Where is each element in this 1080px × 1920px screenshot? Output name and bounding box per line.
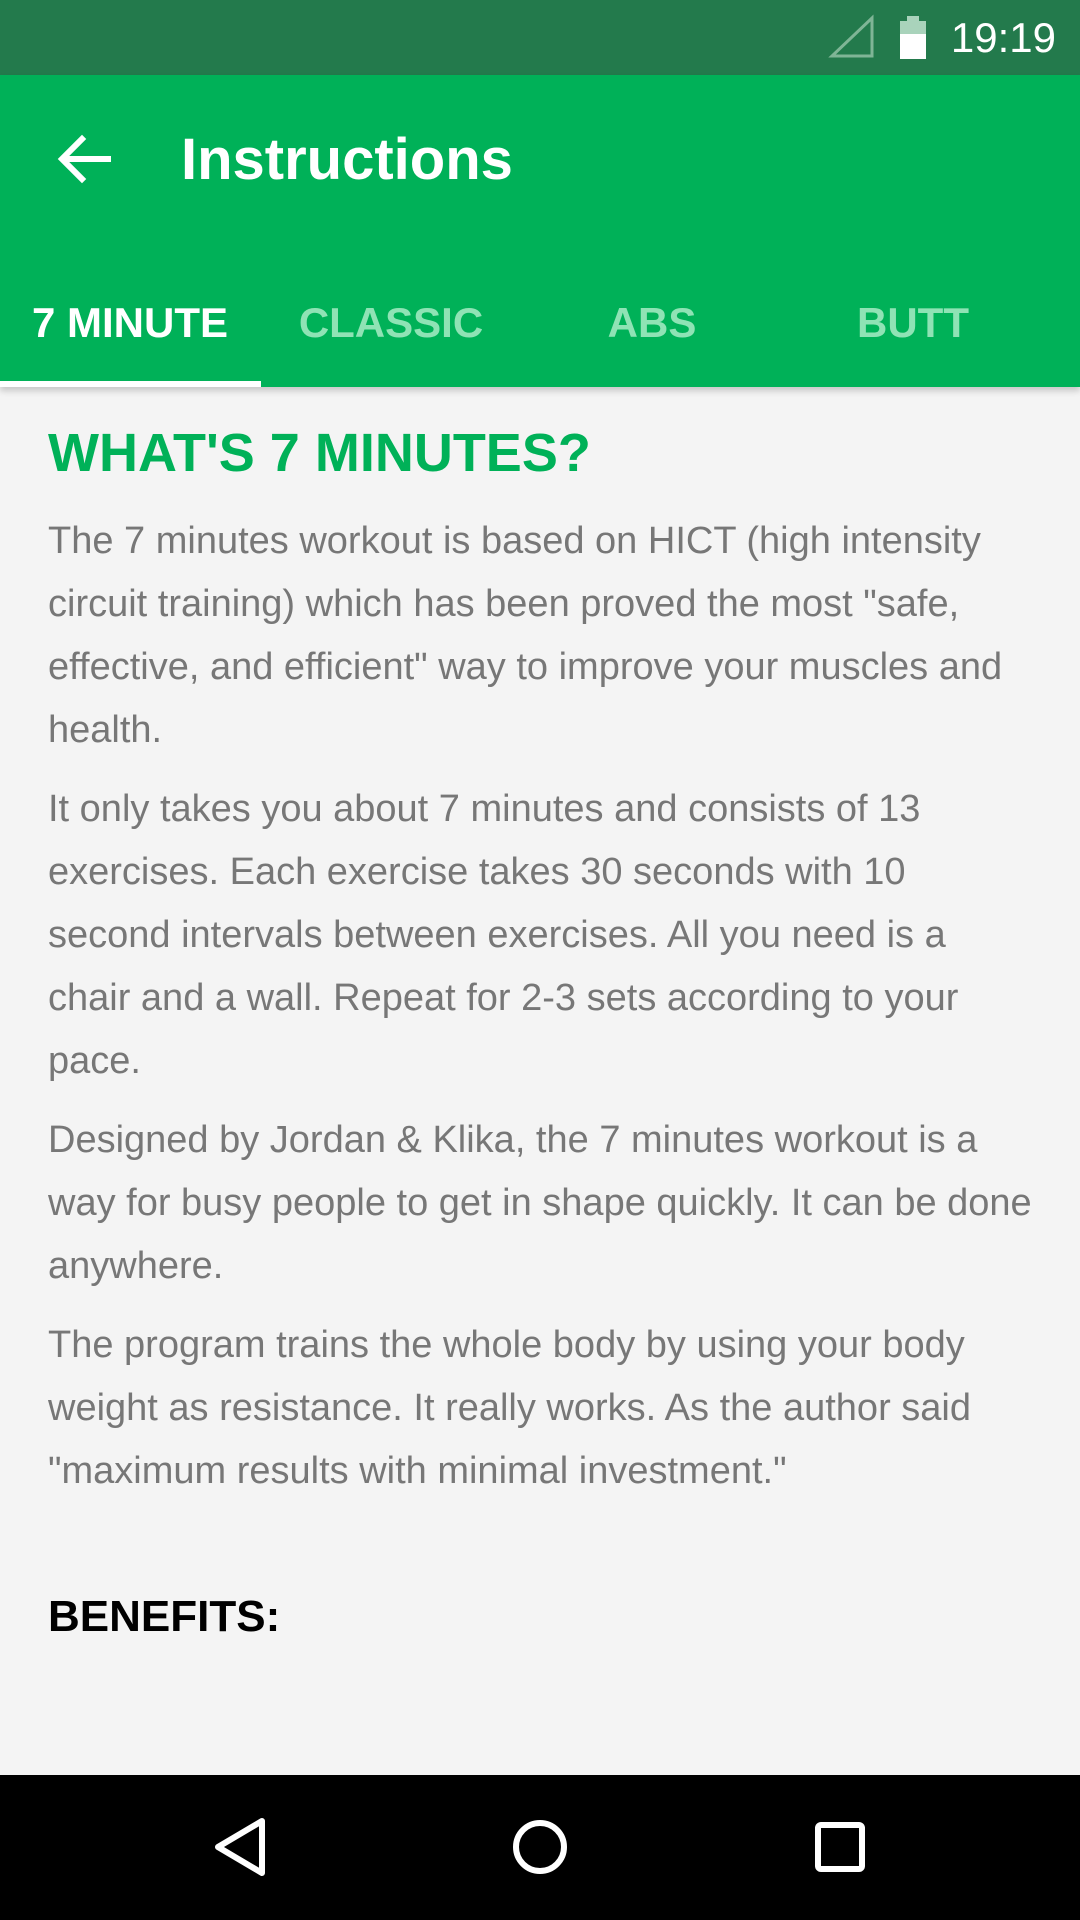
benefits-heading: BENEFITS: <box>48 1592 281 1641</box>
home-circle-icon <box>513 1820 567 1874</box>
tab-label: CLASSIC <box>298 299 484 346</box>
arrow-back-icon <box>57 134 111 184</box>
tab-abs[interactable]: ABS <box>522 275 782 387</box>
page-title: Instructions <box>181 127 513 192</box>
paragraph: The program trains the whole body by usi… <box>48 1324 971 1492</box>
status-time: 19:19 <box>950 14 1056 61</box>
instructions-content: WHAT'S 7 MINUTES? The 7 minutes workout … <box>48 420 1038 1647</box>
status-bar: 19:19 <box>0 0 1080 75</box>
tab-butt[interactable]: BUTT <box>783 275 1043 387</box>
section-heading: WHAT'S 7 MINUTES? <box>48 423 591 483</box>
back-triangle-icon <box>215 1818 265 1876</box>
tab-classic[interactable]: CLASSIC <box>261 275 521 387</box>
tab-bar: 7 MINUTE CLASSIC ABS BUTT <box>0 275 1080 387</box>
battery-icon <box>898 14 928 60</box>
back-button[interactable] <box>40 115 128 203</box>
app-bar: Instructions 7 MINUTE CLASSIC ABS BUTT <box>0 75 1080 387</box>
system-nav-bar <box>0 1775 1080 1920</box>
tab-label: BUTT <box>857 299 969 346</box>
paragraph: It only takes you about 7 minutes and co… <box>48 788 959 1082</box>
tab-label: 7 MINUTE <box>31 299 228 346</box>
nav-recents-button[interactable] <box>790 1797 890 1897</box>
nav-back-button[interactable] <box>190 1797 290 1897</box>
tab-indicator <box>0 381 261 387</box>
paragraph: Designed by Jordan & Klika, the 7 minute… <box>48 1119 1032 1287</box>
recents-square-icon <box>815 1822 865 1872</box>
tab-7-minute[interactable]: 7 MINUTE <box>0 275 261 387</box>
signal-icon <box>828 14 876 60</box>
tab-label: ABS <box>607 299 697 346</box>
paragraph: The 7 minutes workout is based on HICT (… <box>48 520 1003 751</box>
nav-home-button[interactable] <box>490 1797 590 1897</box>
